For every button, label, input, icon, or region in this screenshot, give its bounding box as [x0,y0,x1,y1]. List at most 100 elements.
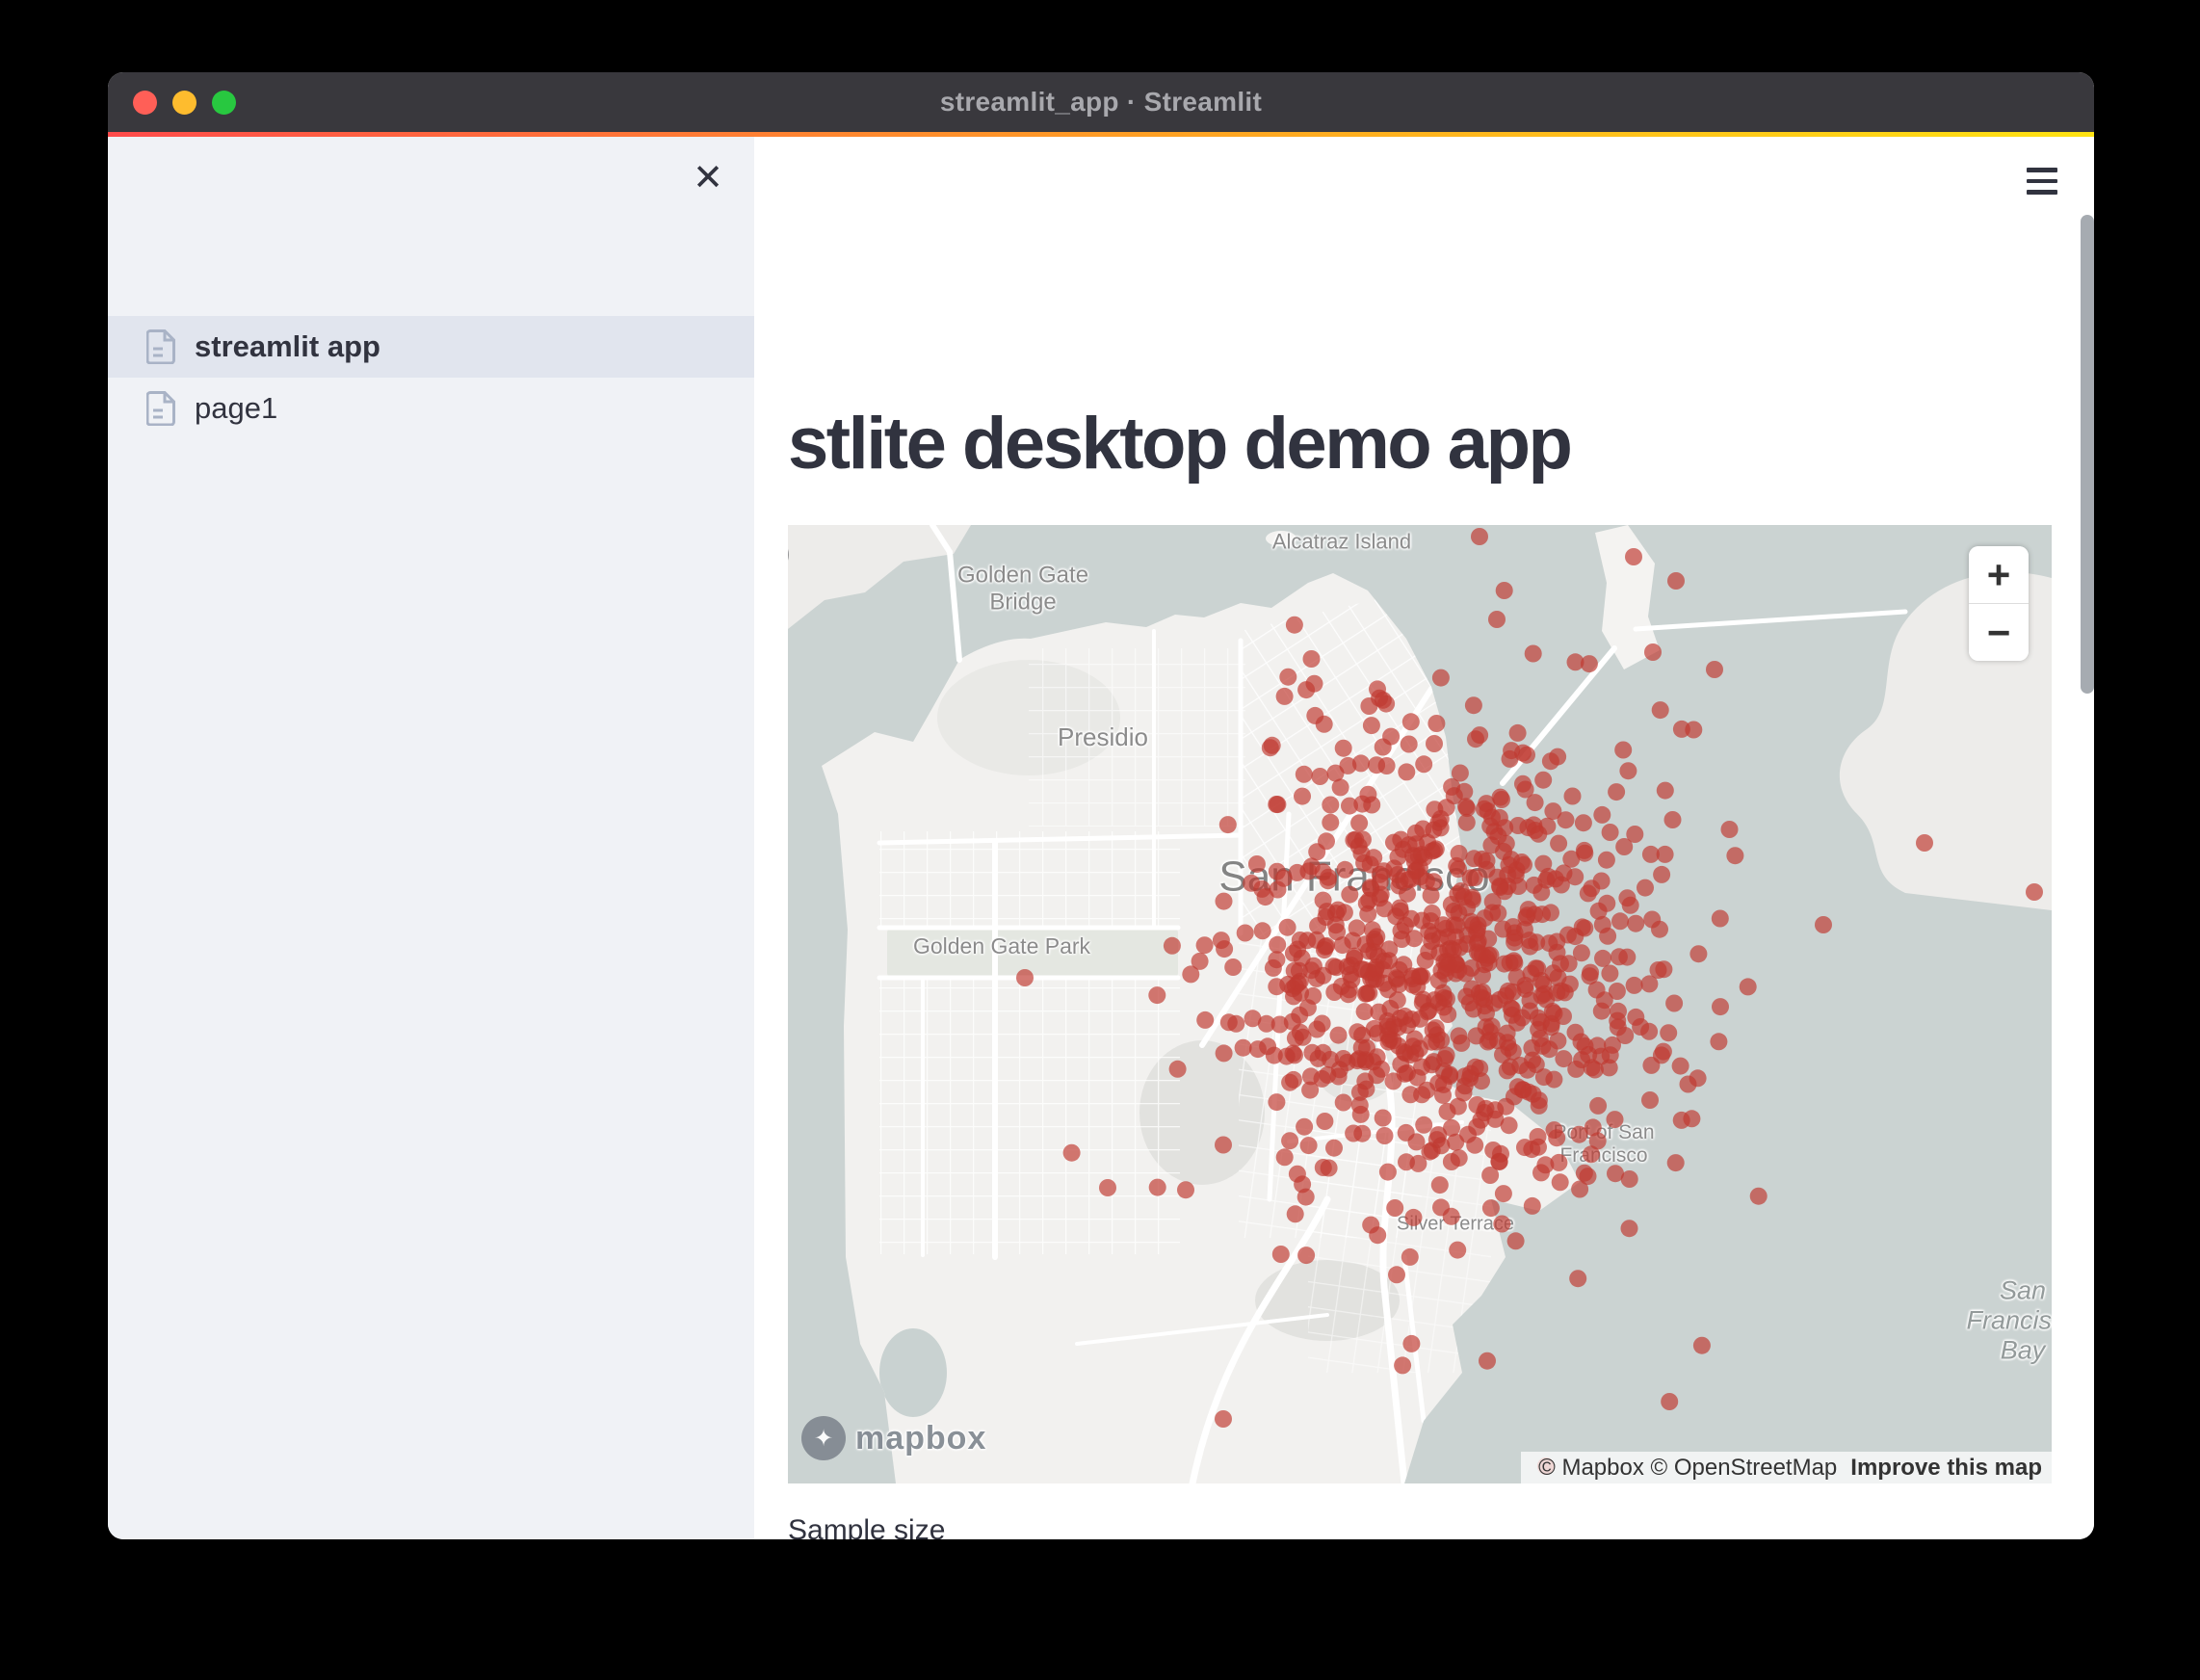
data-point [1372,889,1389,906]
data-point [1356,1072,1374,1089]
document-icon [146,391,175,426]
data-point [1693,1337,1711,1354]
data-point [1609,1012,1626,1030]
data-point [1534,772,1552,789]
data-point [1268,978,1285,995]
data-point [1367,933,1384,951]
data-point [1322,1051,1339,1068]
data-point [1363,717,1380,734]
data-point [1552,1173,1569,1191]
data-point [1339,757,1356,774]
data-point [1265,959,1282,977]
data-point [1503,742,1520,759]
data-point [1712,998,1729,1015]
data-point [1653,866,1670,883]
sidebar-close-button[interactable]: ✕ [685,155,731,201]
sample-size-label: Sample size [788,1514,945,1539]
data-point [1297,1247,1315,1264]
data-point [1427,715,1445,732]
data-point [1356,1003,1374,1020]
data-point [1497,987,1514,1005]
data-point [1215,1137,1232,1154]
minimize-window-button[interactable] [172,91,196,115]
data-point [1496,882,1513,900]
hamburger-icon [2027,190,2057,195]
data-point [1099,1179,1116,1196]
scrollbar-thumb[interactable] [2081,215,2094,694]
hamburger-icon [2027,179,2057,184]
data-point [1553,877,1570,894]
data-point [1387,907,1404,925]
data-point [1385,1072,1402,1089]
data-point [1215,1410,1232,1428]
data-point [1358,1039,1375,1057]
data-point [1573,1034,1590,1051]
data-point [1496,582,1513,599]
data-point [1268,1093,1285,1111]
data-point [1415,1116,1432,1134]
data-point [1550,969,1567,986]
data-point [1583,1145,1600,1163]
data-point [1306,707,1323,724]
data-point [1360,963,1377,981]
hamburger-icon [2027,168,2057,172]
improve-this-map-link[interactable]: Improve this map [1850,1455,2042,1482]
data-point [1601,965,1618,983]
data-point [1740,978,1757,995]
data-point [1315,1159,1332,1176]
data-point [1555,1050,1572,1067]
data-point [1410,848,1427,865]
sidebar-item-streamlit-app[interactable]: streamlit app [108,316,754,378]
close-window-button[interactable] [133,91,157,115]
data-point [1493,791,1510,808]
data-point [1607,1165,1624,1182]
data-point [1540,934,1558,952]
data-point [1362,1217,1379,1234]
data-point [1378,757,1396,774]
data-point [1192,953,1209,970]
data-point [1621,1220,1638,1237]
data-point [1609,983,1626,1000]
data-point [1287,1205,1304,1222]
data-point [1536,1156,1554,1173]
data-point [1491,809,1508,827]
data-point [1443,1208,1460,1225]
data-point [1315,892,1332,909]
data-point [1575,814,1592,831]
data-point [1406,862,1424,879]
data-point [1490,1153,1507,1170]
data-point [1815,916,1832,933]
data-point [1622,897,1639,914]
data-point [1494,921,1511,938]
data-point [1405,1209,1423,1226]
map[interactable]: Alcatraz Island Golden Gate Bridge Presi… [788,525,2052,1483]
app-window: streamlit_app · Streamlit ✕ streamlit ap… [108,72,2094,1539]
data-point [1353,845,1371,862]
data-point [1470,917,1487,934]
data-point [1593,806,1611,824]
data-point [1413,1086,1430,1103]
zoom-in-button[interactable]: + [1969,546,2029,603]
zoom-out-button[interactable]: − [1969,604,2029,661]
data-point [1712,910,1729,928]
zoom-window-button[interactable] [212,91,236,115]
data-point [1611,912,1629,930]
window-titlebar[interactable]: streamlit_app · Streamlit [108,72,2094,132]
data-point [1570,1126,1587,1143]
mapbox-logo[interactable]: ✦ mapbox [801,1416,986,1460]
data-point [1298,932,1316,949]
data-point [1506,1088,1523,1105]
map-attribution: © Mapbox © OpenStreetMap Improve this ma… [1521,1452,2052,1483]
data-point [1525,645,1542,663]
data-point [1149,1179,1166,1196]
sidebar-item-page1[interactable]: page1 [108,378,754,439]
data-point [1532,883,1550,901]
data-point [1357,985,1375,1003]
scatter-layer [788,525,2052,1483]
data-point [1415,755,1432,773]
main-menu-button[interactable] [2019,162,2065,200]
data-point [1538,818,1556,835]
data-point [1439,929,1456,946]
data-point [1518,747,1535,764]
data-point [1619,762,1637,779]
